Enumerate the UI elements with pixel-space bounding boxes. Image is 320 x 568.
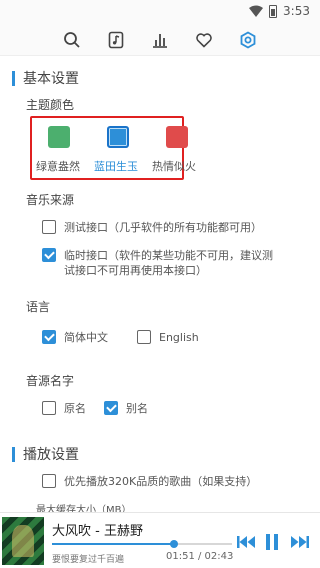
prefer-320k-checkbox[interactable]: [42, 474, 56, 488]
section-basic-title: 基本设置: [23, 71, 79, 87]
bar-chart-icon: [153, 33, 167, 48]
language-zh-checkbox[interactable]: [42, 330, 56, 344]
pause-icon: [266, 534, 278, 550]
heart-icon: [196, 32, 212, 48]
source-temp-checkbox[interactable]: [42, 248, 56, 262]
section-marker: [12, 446, 15, 462]
album-cover[interactable]: [2, 517, 44, 565]
source-name-original-checkbox[interactable]: [42, 401, 56, 415]
battery-icon: [269, 4, 278, 18]
source-test-checkbox[interactable]: [42, 220, 56, 234]
language-option-en[interactable]: English: [137, 330, 199, 345]
source-temp-label-line2: 试接口不可用再使用本接口）: [64, 264, 207, 277]
section-basic: 基本设置: [12, 68, 79, 88]
favorites-button[interactable]: [192, 28, 216, 52]
theme-label-green: 绿意盎然: [36, 160, 80, 173]
theme-swatch-blue[interactable]: [107, 126, 129, 148]
skip-previous-icon: [237, 536, 255, 548]
source-temp-label: 临时接口（软件的某些功能不可用，建议测 试接口不可用再使用本接口）: [64, 248, 273, 278]
source-option-test[interactable]: 测试接口（几乎软件的所有功能都可用）: [42, 220, 262, 235]
previous-button[interactable]: [236, 533, 256, 551]
section-play-title: 播放设置: [23, 447, 79, 463]
music-source-title: 音乐来源: [26, 193, 75, 207]
wifi-icon: [249, 5, 264, 17]
source-test-label: 测试接口（几乎软件的所有功能都可用）: [64, 221, 262, 234]
song-title: 大风吹 - 王赫野: [52, 524, 143, 539]
theme-label-red: 热情似火: [152, 160, 196, 173]
theme-swatch-green[interactable]: [48, 126, 70, 148]
play-time: 01:51 / 02:43: [166, 551, 234, 562]
source-temp-label-line1: 临时接口（软件的某些功能不可用，建议测: [64, 249, 273, 262]
source-option-temp[interactable]: 临时接口（软件的某些功能不可用，建议测 试接口不可用再使用本接口）: [42, 248, 273, 278]
source-name-alias-checkbox[interactable]: [104, 401, 118, 415]
theme-color-picker: 绿意盎然 蓝田生玉 热情似火: [30, 116, 196, 180]
search-icon: [64, 31, 80, 48]
search-button[interactable]: [60, 28, 84, 52]
source-name-title: 音源名字: [26, 374, 75, 388]
skip-next-icon: [291, 536, 309, 548]
source-name-alias-label: 别名: [126, 402, 148, 415]
prefer-320k-option[interactable]: 优先播放320K品质的歌曲（如果支持）: [42, 474, 257, 489]
section-marker: [12, 70, 15, 86]
status-bar: 3:53: [0, 0, 320, 24]
source-name-option-alias[interactable]: 别名: [104, 401, 148, 416]
theme-swatch-red[interactable]: [166, 126, 188, 148]
language-en-label: English: [159, 331, 199, 344]
source-name-option-original[interactable]: 原名: [42, 401, 86, 416]
prefer-320k-label: 优先播放320K品质的歌曲（如果支持）: [64, 475, 258, 488]
top-toolbar: [0, 24, 320, 56]
language-title: 语言: [26, 300, 51, 314]
section-play: 播放设置: [12, 444, 79, 464]
music-file-icon: [108, 31, 124, 48]
theme-color-title: 主题颜色: [26, 98, 75, 112]
language-zh-label: 简体中文: [64, 331, 108, 344]
progress-bar[interactable]: [52, 540, 232, 548]
playlist-button[interactable]: [104, 28, 128, 52]
language-option-zh[interactable]: 简体中文: [42, 330, 108, 345]
pause-button[interactable]: [263, 533, 281, 551]
settings-button[interactable]: [236, 28, 260, 52]
progress-fill: [52, 543, 175, 545]
settings-icon: [240, 30, 256, 49]
next-button[interactable]: [290, 533, 310, 551]
source-name-original-label: 原名: [64, 402, 86, 415]
progress-knob[interactable]: [170, 540, 179, 548]
theme-label-blue: 蓝田生玉: [94, 160, 138, 173]
ranking-button[interactable]: [148, 28, 172, 52]
lyric-line: 要恨要复过千百遍: [52, 555, 125, 565]
mini-player[interactable]: 大风吹 - 王赫野 要恨要复过千百遍 01:51 / 02:43: [0, 512, 320, 568]
status-time: 3:53: [283, 4, 310, 18]
language-en-checkbox[interactable]: [137, 330, 151, 344]
